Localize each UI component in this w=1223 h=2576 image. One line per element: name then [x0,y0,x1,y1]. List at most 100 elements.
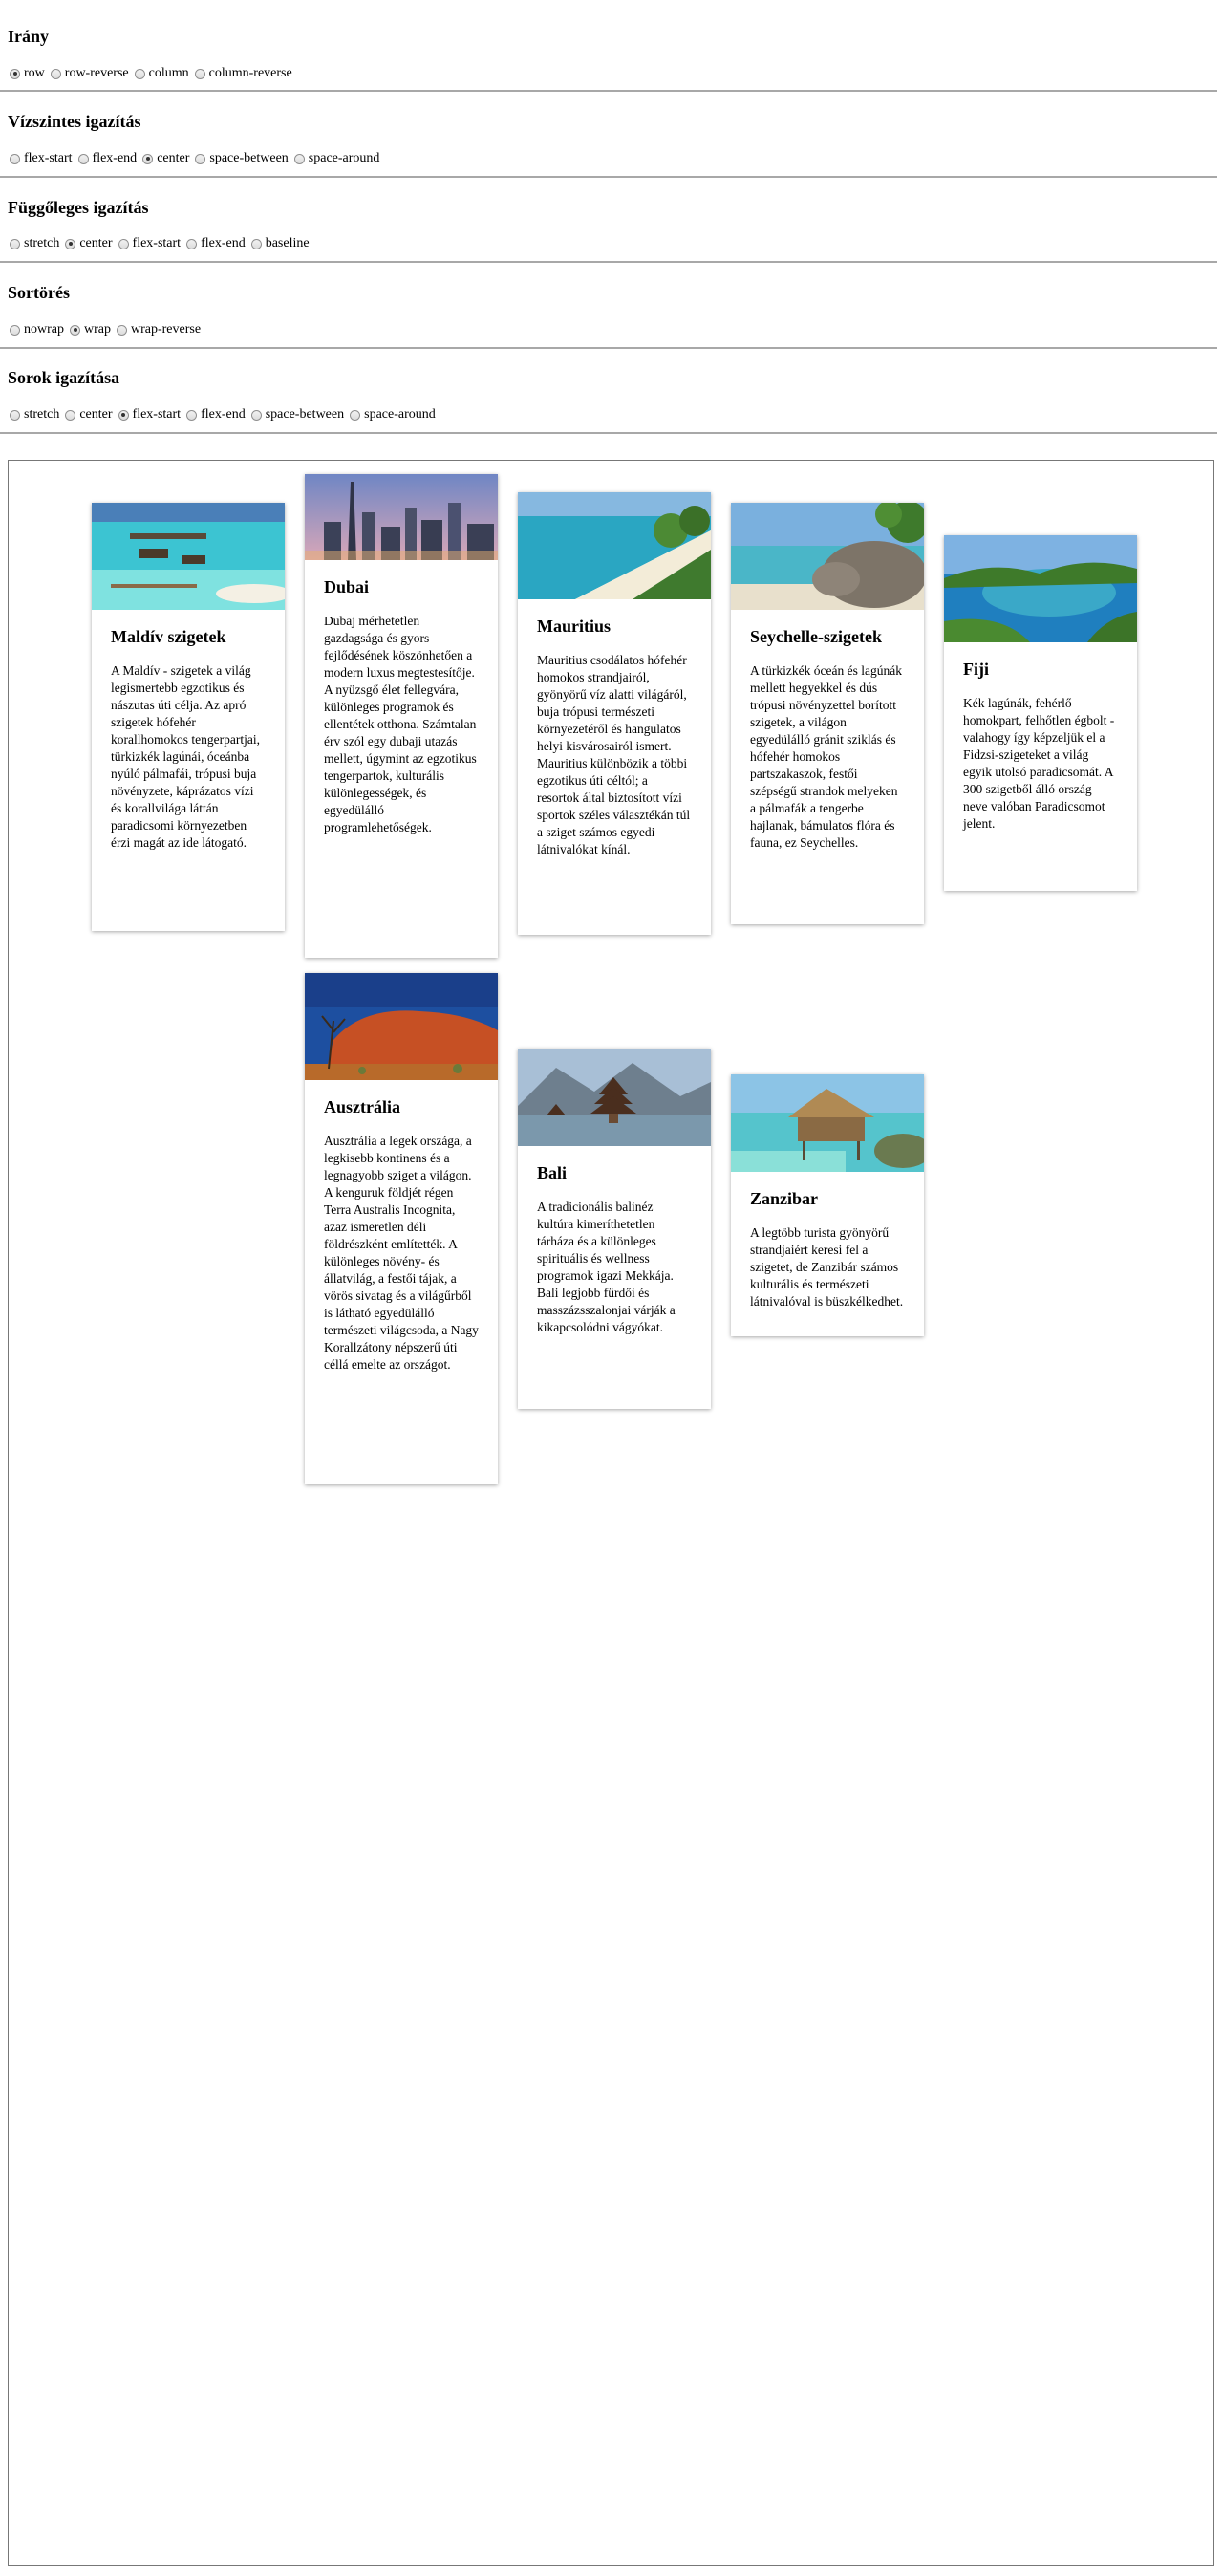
card-seychelles: Seychelle-szigetek A türkizkék óceán és … [731,503,924,924]
radio-option-flex-start[interactable]: flex-start [118,407,181,422]
radio-button[interactable] [50,68,61,79]
radio-label: flex-end [92,151,138,165]
dubai-skyline-photo [305,474,498,560]
radio-button[interactable] [293,153,305,164]
radio-option-space-around[interactable]: space-around [293,151,380,166]
radio-option-stretch[interactable]: stretch [10,407,59,422]
radio-button[interactable] [10,238,20,249]
card-text: A Maldív - szigetek a világ legismertebb… [111,663,260,850]
radio-label: wrap-reverse [131,322,202,336]
flex-container: Maldív szigetek A Maldív - szigetek a vi… [8,460,1214,2566]
radio-button[interactable] [194,68,205,79]
card-title: Dubai [324,577,370,596]
radio-label: wrap [84,322,111,336]
radio-label: flex-end [201,236,246,250]
radio-button[interactable] [65,409,76,421]
radio-option-flex-end[interactable]: flex-end [186,236,246,251]
card-text: Dubaj mérhetetlen gazdagsága és gyors fe… [324,614,477,834]
radio-label: flex-start [24,151,73,165]
radio-button[interactable] [250,238,262,249]
divider [0,261,1217,263]
group-title: Függőleges igazítás [8,198,149,217]
card-text: A legtöbb turista gyönyörű strandjaiért … [750,1225,904,1309]
maldives-photo [92,503,285,610]
radio-button[interactable] [10,324,20,336]
radio-button[interactable] [250,409,262,421]
radio-button[interactable] [118,409,129,421]
radio-option-center[interactable]: center [142,151,189,166]
radio-label: space-between [209,151,289,165]
radio-label: row-reverse [64,66,129,80]
radio-row: flex-start flex-end center space-between spa… [10,151,385,166]
radio-row: stretch center flex-start flex-end space-bet… [10,407,441,422]
radio-button[interactable] [70,324,80,336]
radio-button[interactable] [142,153,154,164]
radio-label: space-around [308,151,380,165]
radio-option-column[interactable]: column [134,66,189,81]
radio-option-flex-end[interactable]: flex-end [186,407,246,422]
card-title: Mauritius [537,617,612,636]
radio-option-flex-end[interactable]: flex-end [77,151,138,166]
radio-label: column [148,66,189,80]
radio-button[interactable] [118,238,129,249]
card-text: Kék lagúnák, fehérlő homokpart, felhőtle… [963,696,1115,831]
radio-option-flex-start[interactable]: flex-start [10,151,73,166]
card-title: Seychelle-szigetek [750,627,882,646]
radio-label: center [79,407,113,422]
radio-label: center [157,151,190,165]
radio-option-nowrap[interactable]: nowrap [10,322,64,337]
radio-button[interactable] [10,409,20,421]
radio-option-wrap-reverse[interactable]: wrap-reverse [117,322,201,337]
zanzibar-hut-photo [731,1074,924,1172]
seychelles-rocks-photo [731,503,924,610]
card-title: Zanzibar [750,1189,819,1208]
card-text: Ausztrália a legek országa, a legkisebb … [324,1134,479,1372]
radio-button[interactable] [186,409,198,421]
radio-button[interactable] [10,153,20,164]
radio-option-space-between[interactable]: space-between [195,151,289,166]
radio-button[interactable] [350,409,361,421]
card-mauritius: Mauritius Mauritius csodálatos hófehér h… [518,492,711,935]
card-title: Ausztrália [324,1097,400,1116]
radio-button[interactable] [10,68,20,79]
card-maldives: Maldív szigetek A Maldív - szigetek a vi… [92,503,285,931]
radio-label: stretch [24,236,60,250]
radio-label: baseline [265,236,310,250]
radio-option-space-around[interactable]: space-around [350,407,436,422]
mauritius-beach-photo [518,492,711,599]
divider [0,347,1217,349]
group-title: Sorok igazítása [8,368,120,387]
radio-option-row-reverse[interactable]: row-reverse [50,66,129,81]
radio-button[interactable] [65,238,76,249]
radio-button[interactable] [77,153,89,164]
card-title: Fiji [963,660,989,679]
radio-option-column-reverse[interactable]: column-reverse [194,66,292,81]
radio-option-space-between[interactable]: space-between [250,407,344,422]
group-title: Irány [8,27,50,46]
radio-button[interactable] [117,324,127,336]
radio-label: column-reverse [208,66,292,80]
radio-row: stretch center flex-start flex-end baseline [10,236,315,251]
radio-option-baseline[interactable]: baseline [250,236,310,251]
card-text: A tradicionális balinéz kultúra kimeríth… [537,1200,676,1334]
card-australia: Ausztrália Ausztrália a legek országa, a… [305,973,498,1484]
radio-option-row[interactable]: row [10,66,45,81]
card-dubai: Dubai Dubaj mérhetetlen gazdagsága és gy… [305,474,498,958]
group-title: Vízszintes igazítás [8,112,141,131]
radio-label: row [24,66,45,80]
radio-button[interactable] [186,238,198,249]
card-zanzibar: Zanzibar A legtöbb turista gyönyörű stra… [731,1074,924,1336]
radio-option-center[interactable]: center [65,236,113,251]
card-title: Bali [537,1163,568,1182]
radio-option-stretch[interactable]: stretch [10,236,59,251]
group-title: Sortörés [8,283,70,302]
radio-button[interactable] [134,68,145,79]
radio-option-center[interactable]: center [65,407,113,422]
radio-option-flex-start[interactable]: flex-start [118,236,181,251]
card-text: Mauritius csodálatos hófehér homokos str… [537,653,691,856]
radio-option-wrap[interactable]: wrap [70,322,111,337]
divider [0,432,1217,434]
bali-temple-photo [518,1049,711,1146]
radio-button[interactable] [195,153,206,164]
radio-label: center [79,236,113,250]
